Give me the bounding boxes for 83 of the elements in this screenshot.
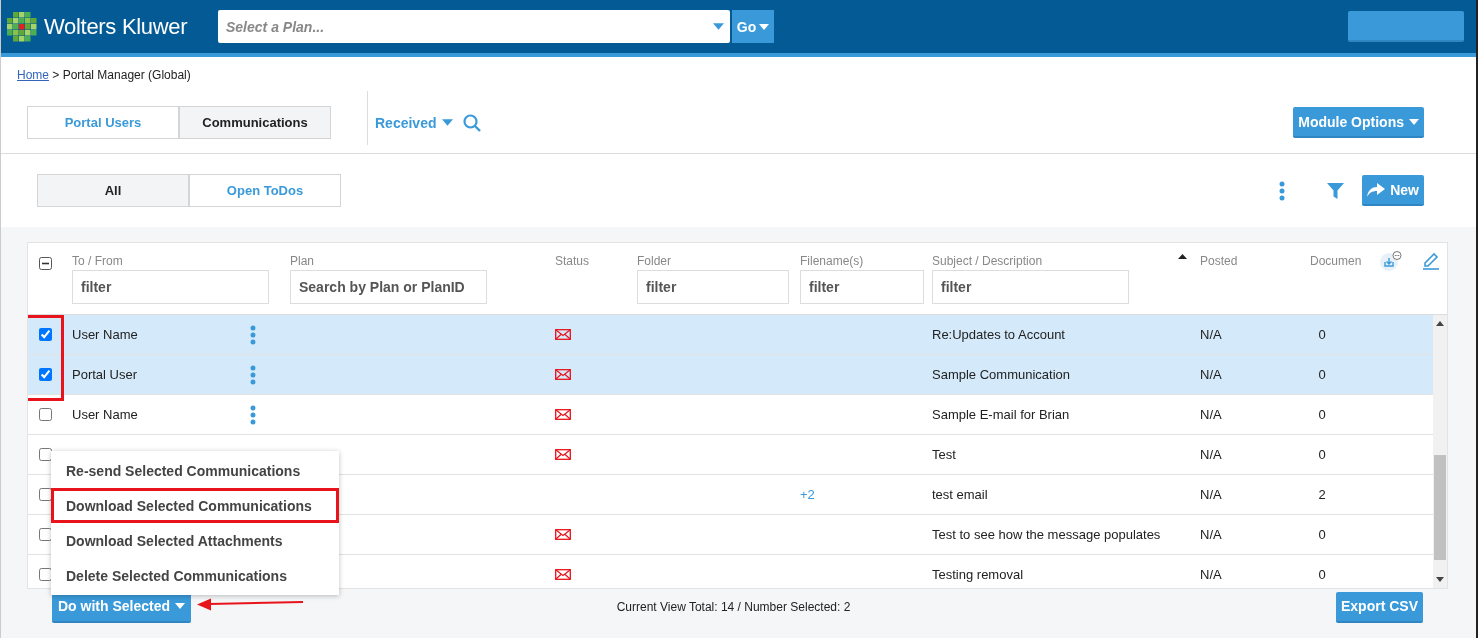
column-header[interactable]: Subject / Description — [932, 254, 1043, 268]
filter-tab[interactable]: All — [37, 174, 189, 207]
table-cell: Test — [932, 447, 956, 462]
attachment-count-link[interactable]: +2 — [800, 487, 815, 502]
export-csv-button[interactable]: Export CSV — [1335, 591, 1423, 623]
table-cell: N/A — [1200, 367, 1222, 382]
filter-field[interactable]: filter — [72, 270, 269, 304]
table-cell: Sample E-mail for Brian — [932, 407, 1070, 422]
module-tab[interactable]: Portal Users — [27, 106, 179, 139]
go-button[interactable]: Go — [732, 10, 774, 43]
column-header[interactable]: Filename(s) — [800, 254, 864, 268]
more-icon[interactable] — [250, 404, 256, 425]
module-tab[interactable]: Communications — [179, 106, 331, 139]
table-cell: Testing removal — [932, 567, 1024, 582]
download-icon[interactable] — [1380, 251, 1402, 271]
caret-icon — [713, 23, 724, 30]
table-cell: N/A — [1200, 407, 1222, 422]
filter-field[interactable]: Search by Plan or PlanID — [290, 270, 487, 304]
row-checkbox[interactable] — [39, 328, 52, 341]
table-cell: User Name — [72, 327, 138, 342]
table-cell: 0 — [1318, 527, 1326, 542]
view-dropdown[interactable]: Received — [375, 114, 454, 131]
new-button[interactable]: New — [1362, 175, 1424, 206]
row-checkbox[interactable] — [39, 528, 52, 541]
table-cell: Sample Communication — [932, 367, 1070, 382]
row-checkbox[interactable] — [39, 488, 52, 501]
table-cell: User Name — [72, 407, 138, 422]
menu-item[interactable]: Download Selected Communications — [51, 488, 339, 523]
table-cell: N/A — [1200, 567, 1222, 582]
table-cell: 0 — [1318, 567, 1326, 582]
filter-tab[interactable]: Open ToDos — [189, 174, 341, 207]
caret-icon — [175, 603, 186, 609]
caret-icon — [759, 23, 770, 30]
table-cell: N/A — [1200, 527, 1222, 542]
menu-item[interactable]: Re-send Selected Communications — [51, 453, 339, 488]
more-icon[interactable] — [250, 364, 256, 385]
search-icon[interactable] — [463, 113, 482, 132]
module-options-button[interactable]: Module Options — [1293, 107, 1424, 138]
table-cell: N/A — [1200, 447, 1222, 462]
breadcrumb-current: > Portal Manager (Global) — [51, 68, 191, 82]
scroll-up-icon[interactable] — [1436, 321, 1444, 326]
edit-icon[interactable] — [1422, 251, 1440, 270]
filter-field[interactable]: filter — [637, 270, 789, 304]
table-cell: Re:Updates to Account — [932, 327, 1065, 342]
brand-name: Wolters Kluwer — [44, 13, 188, 40]
table-cell: 2 — [1318, 487, 1326, 502]
scroll-down-icon[interactable] — [1436, 577, 1444, 582]
table-cell: test email — [932, 487, 988, 502]
scrollbar[interactable] — [1433, 315, 1447, 588]
column-header[interactable]: To / From — [72, 254, 123, 268]
plan-select-field[interactable]: Select a Plan... — [218, 10, 730, 43]
select-all-checkbox[interactable] — [39, 257, 52, 270]
table-cell: N/A — [1200, 327, 1222, 342]
sort-ascending-icon[interactable] — [1178, 254, 1187, 259]
column-header[interactable]: Documen — [1310, 254, 1362, 268]
column-header[interactable]: Posted — [1200, 254, 1238, 268]
more-icon[interactable] — [1279, 180, 1286, 201]
filter-icon[interactable] — [1327, 182, 1345, 199]
more-icon[interactable] — [250, 324, 256, 345]
caret-icon — [442, 119, 454, 126]
table-cell: N/A — [1200, 487, 1222, 502]
table-cell: Portal User — [72, 367, 138, 382]
filter-field[interactable]: filter — [800, 270, 924, 304]
table-cell: Test to see how the message populates — [932, 527, 1161, 542]
table-cell: 0 — [1318, 367, 1326, 382]
selection-summary: Current View Total: 14 / Number Selected: 2 — [616, 600, 852, 614]
table-cell: 0 — [1318, 327, 1326, 342]
menu-item[interactable]: Delete Selected Communications — [51, 558, 339, 593]
column-header[interactable]: Plan — [290, 254, 315, 268]
home-link[interactable]: Home — [17, 68, 49, 82]
caret-icon — [1409, 118, 1419, 125]
row-checkbox[interactable] — [39, 408, 52, 421]
row-checkbox[interactable] — [39, 448, 52, 461]
row-checkbox[interactable] — [39, 368, 52, 381]
share-arrow-icon — [1367, 182, 1386, 197]
table-cell: 0 — [1318, 447, 1326, 462]
row-checkbox[interactable] — [39, 568, 52, 581]
table-cell: 0 — [1318, 407, 1326, 422]
logo-icon — [6, 10, 38, 43]
column-header[interactable]: Status — [555, 254, 590, 268]
filter-field[interactable]: filter — [932, 270, 1129, 304]
column-header[interactable]: Folder — [637, 254, 671, 268]
menu-item[interactable]: Download Selected Attachments — [51, 523, 339, 558]
